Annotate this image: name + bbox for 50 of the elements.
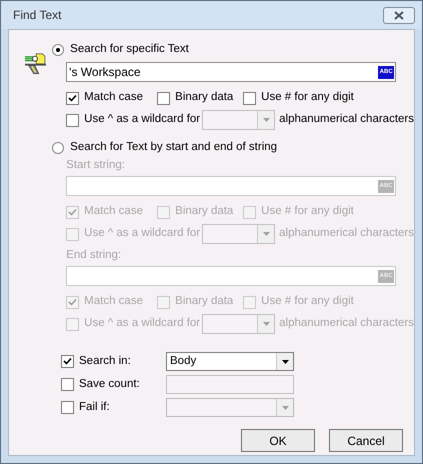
- dropdown[interactable]: Body: [166, 352, 294, 371]
- close-icon: [394, 10, 404, 20]
- checkbox-label: Use # for any digit: [261, 92, 354, 104]
- checkbox-label: Use # for any digit: [261, 296, 354, 308]
- caret-icon: [262, 322, 270, 326]
- caret-icon: [282, 406, 288, 410]
- checkbox[interactable]: [66, 114, 80, 126]
- checkbox-label: Use ^ as a wildcard for: [84, 114, 200, 126]
- setting-label: Fail if:: [79, 402, 111, 414]
- field-label: Start string:: [66, 160, 126, 172]
- field-label: End string:: [66, 250, 122, 262]
- field-value: 's Workspace: [68, 66, 142, 78]
- checkbox-label: Use ^ as a wildcard for: [84, 228, 200, 240]
- suffix-label: alphanumerical characters: [279, 228, 414, 240]
- checkbox-label: Use ^ as a wildcard for: [84, 318, 200, 330]
- radio-label: Search for Text by start and end of string: [70, 142, 278, 154]
- check-icon: [68, 94, 78, 102]
- checkbox[interactable]: [61, 355, 74, 368]
- checkbox-label: Match case: [84, 92, 143, 104]
- checkbox[interactable]: [66, 92, 80, 104]
- check-icon: [68, 298, 78, 306]
- checkbox-label: Binary data: [175, 296, 234, 308]
- dialog-button[interactable]: Cancel: [329, 429, 403, 452]
- checkbox-label: Binary data: [175, 92, 234, 104]
- check-icon: [63, 357, 72, 366]
- dialog-button[interactable]: OK: [241, 429, 315, 452]
- dropdown-value: Body: [169, 356, 198, 368]
- window-title: Find Text: [13, 9, 62, 21]
- caret-icon: [262, 232, 270, 236]
- wildcard-dropdown[interactable]: [202, 110, 276, 130]
- checkbox[interactable]: [243, 92, 256, 104]
- radio-button[interactable]: [52, 142, 64, 154]
- setting-label: Save count:: [79, 378, 141, 390]
- suffix-label: alphanumerical characters: [279, 318, 414, 330]
- caret-icon: [262, 118, 270, 122]
- checkbox-label: Use # for any digit: [261, 206, 354, 218]
- close-button[interactable]: [383, 6, 415, 24]
- wildcard-dropdown[interactable]: [202, 314, 276, 334]
- checkbox-label: Binary data: [175, 206, 234, 218]
- dropdown-arrow-button[interactable]: [276, 353, 293, 370]
- caret-icon: [282, 360, 288, 364]
- setting-label: Search in:: [79, 356, 132, 368]
- check-icon: [68, 208, 78, 216]
- wildcard-dropdown[interactable]: [202, 224, 276, 244]
- radio-button[interactable]: [52, 44, 64, 56]
- checkbox-label: Match case: [84, 296, 143, 308]
- radio-label: Search for specific Text: [70, 44, 189, 56]
- checkbox[interactable]: [157, 92, 170, 104]
- checkbox-label: Match case: [84, 206, 143, 218]
- suffix-label: alphanumerical characters: [279, 114, 414, 126]
